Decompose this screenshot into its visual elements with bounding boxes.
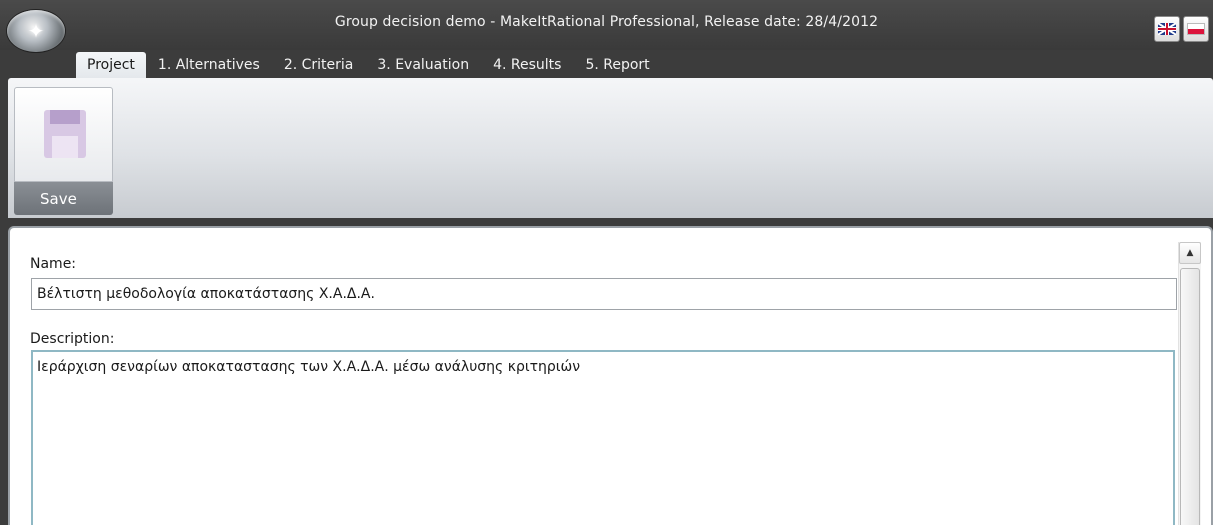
scrollbar-thumb[interactable] xyxy=(1180,268,1200,525)
tab-alternatives[interactable]: 1. Alternatives xyxy=(146,52,272,78)
tab-project[interactable]: Project xyxy=(76,52,146,78)
language-english-button[interactable] xyxy=(1154,16,1180,42)
save-group: Save xyxy=(14,87,113,215)
language-polish-button[interactable] xyxy=(1183,16,1209,42)
scroll-up-icon[interactable]: ▲ xyxy=(1179,242,1201,264)
name-label: Name: xyxy=(30,256,77,272)
description-field[interactable]: Ιεράρχιση σεναρίων αποκαταστασης των Χ.Α… xyxy=(31,350,1175,525)
uk-flag-icon xyxy=(1158,23,1176,35)
project-panel: Name: Description: Ιεράρχιση σεναρίων απ… xyxy=(8,226,1213,525)
tab-criteria[interactable]: 2. Criteria xyxy=(272,52,366,78)
pl-flag-icon xyxy=(1187,23,1205,35)
app-window: ✦ Group decision demo - MakeItRational P… xyxy=(0,0,1213,525)
main-tabs: Project 1. Alternatives 2. Criteria 3. E… xyxy=(76,51,662,78)
window-title: Group decision demo - MakeItRational Pro… xyxy=(334,14,879,30)
save-button[interactable] xyxy=(14,87,113,182)
app-menu-orb-icon[interactable]: ✦ xyxy=(7,10,65,52)
name-field[interactable] xyxy=(31,278,1177,310)
floppy-disk-icon xyxy=(44,110,86,158)
vertical-scrollbar[interactable]: ▲ xyxy=(1178,242,1201,525)
star-icon: ✦ xyxy=(27,19,45,43)
description-label: Description: xyxy=(30,331,115,347)
title-bar: ✦ Group decision demo - MakeItRational P… xyxy=(0,0,1213,52)
ribbon-toolbar: Save xyxy=(8,78,1213,218)
tab-evaluation[interactable]: 3. Evaluation xyxy=(365,52,481,78)
tab-results[interactable]: 4. Results xyxy=(481,52,573,78)
tab-report[interactable]: 5. Report xyxy=(573,52,661,78)
save-group-label: Save xyxy=(14,182,113,215)
